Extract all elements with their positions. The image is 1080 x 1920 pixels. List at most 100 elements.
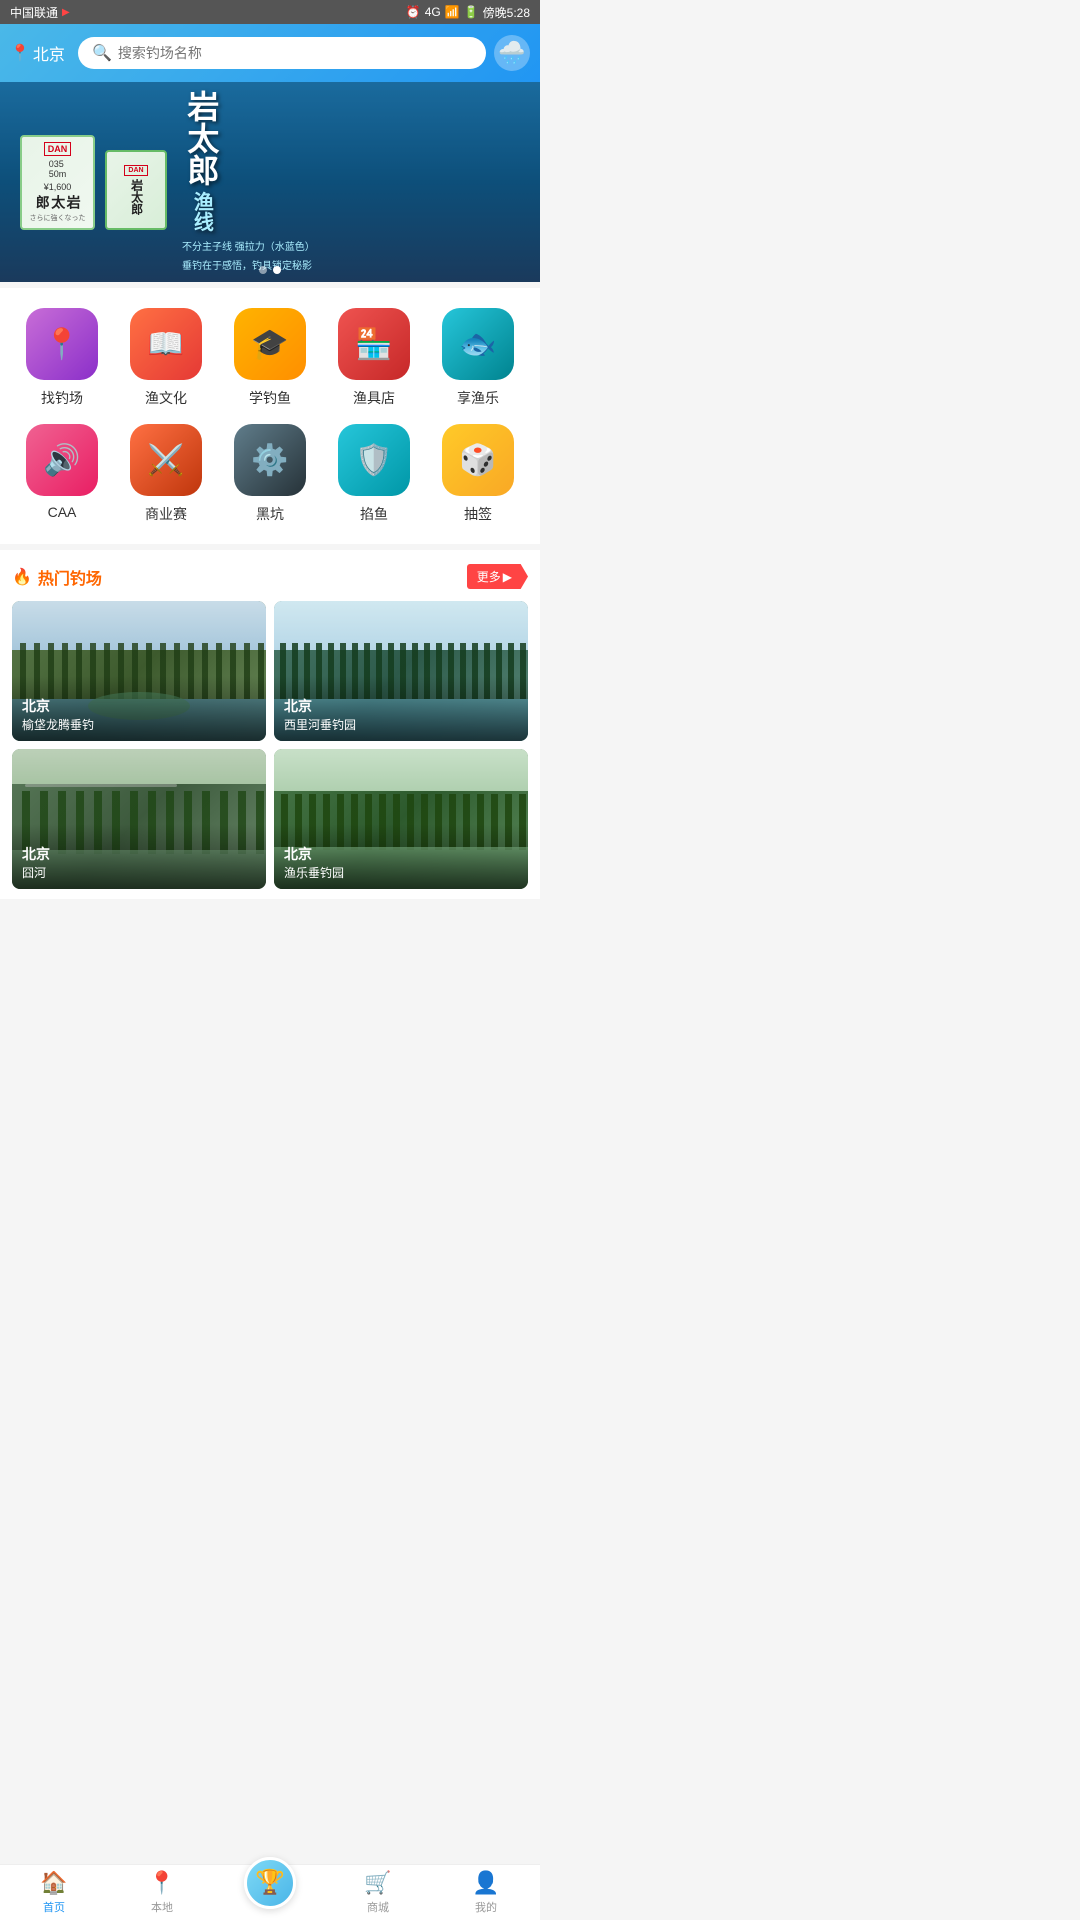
cloud-rain-icon: 🌧️ bbox=[498, 40, 525, 66]
dan-logo-small: DAN bbox=[124, 165, 147, 176]
cat-pinch-fish[interactable]: 🛡️ 掐鱼 bbox=[329, 424, 419, 524]
nav-trophy[interactable]: 🏆 bbox=[216, 1877, 324, 1909]
bottom-nav: 🏠 首页 📍 本地 🏆 🛒 商城 👤 我的 bbox=[0, 1864, 540, 1920]
pin-icon: 📍 bbox=[43, 327, 80, 362]
cat-find-venue[interactable]: 📍 找钓场 bbox=[17, 308, 107, 408]
cat-lottery[interactable]: 🎲 抽签 bbox=[433, 424, 523, 524]
product-box-small: DAN 岩太郎 bbox=[105, 150, 167, 230]
venue-city-2: 北京 bbox=[284, 696, 518, 716]
arrow-icon: ▶ bbox=[503, 570, 512, 584]
fire-icon: 🔥 bbox=[12, 567, 32, 587]
search-input[interactable] bbox=[118, 45, 472, 61]
battery-icon: 🔋 bbox=[464, 5, 479, 19]
cat-tackle-shop[interactable]: 🏪 渔具店 bbox=[329, 308, 419, 408]
categories-section: 📍 找钓场 📖 渔文化 🎓 学钓鱼 🏪 渔具店 bbox=[0, 288, 540, 544]
venue-sky-4 bbox=[274, 749, 528, 791]
nav-local-label: 本地 bbox=[151, 1899, 173, 1915]
weather-button[interactable]: 🌧️ bbox=[494, 35, 530, 71]
nav-home-label: 首页 bbox=[43, 1899, 65, 1915]
hot-title-text: 热门钓场 bbox=[38, 565, 102, 589]
fence-detail bbox=[25, 784, 177, 787]
swords-icon: ⚔️ bbox=[147, 443, 184, 478]
cat-label-lottery: 抽签 bbox=[464, 504, 492, 524]
cat-black-pit[interactable]: ⚙️ 黑坑 bbox=[225, 424, 315, 524]
dice-icon: 🎲 bbox=[459, 443, 496, 478]
venue-overlay-1: 北京 榆垡龙腾垂钓 bbox=[12, 676, 266, 741]
cat-fishing-culture[interactable]: 📖 渔文化 bbox=[121, 308, 211, 408]
shield-icon: 🛡️ bbox=[355, 443, 392, 478]
status-left: 中国联通 ▶ bbox=[10, 4, 70, 21]
product-jp-text-small: 岩太郎 bbox=[129, 179, 142, 215]
alarm-icon: ⏰ bbox=[406, 5, 421, 19]
cat-caa[interactable]: 🔊 CAA bbox=[17, 424, 107, 524]
network-text: 4G bbox=[425, 5, 441, 19]
cat-commercial-race[interactable]: ⚔️ 商业赛 bbox=[121, 424, 211, 524]
profile-icon: 👤 bbox=[472, 1870, 499, 1896]
more-label: 更多 bbox=[477, 568, 501, 585]
venue-card-4[interactable]: 北京 渔乐垂钓园 bbox=[274, 749, 528, 889]
cat-enjoy-fishing[interactable]: 🐟 享渔乐 bbox=[433, 308, 523, 408]
speaker-icon: 🔊 bbox=[43, 443, 80, 478]
dan-logo: DAN bbox=[44, 142, 72, 156]
cat-icon-find-venue: 📍 bbox=[26, 308, 98, 380]
status-right: ⏰ 4G 📶 🔋 傍晚5:28 bbox=[406, 4, 530, 21]
time-text: 傍晚5:28 bbox=[483, 4, 530, 21]
banner: DAN 03550m ¥1,600 岩太郎 さらに強くなった DAN 岩太郎 岩… bbox=[0, 82, 540, 282]
cat-label-fishing-culture: 渔文化 bbox=[145, 388, 187, 408]
venue-name-3: 囧河 bbox=[22, 864, 256, 881]
cat-icon-black-pit: ⚙️ bbox=[234, 424, 306, 496]
cat-label-find-venue: 找钓场 bbox=[41, 388, 83, 408]
more-button[interactable]: 更多 ▶ bbox=[467, 564, 528, 589]
shop-icon: 🛒 bbox=[364, 1870, 391, 1896]
product-jp-text: 岩太郎 bbox=[34, 195, 80, 209]
banner-text-area: 岩太郎 渔线 不分主子线 强拉力（水蓝色） 垂钓在于感悟，钓具锁定秘影 bbox=[167, 90, 520, 274]
cat-icon-lottery: 🎲 bbox=[442, 424, 514, 496]
cat-icon-learn-fishing: 🎓 bbox=[234, 308, 306, 380]
cat-icon-fishing-culture: 📖 bbox=[130, 308, 202, 380]
cat-icon-enjoy-fishing: 🐟 bbox=[442, 308, 514, 380]
banner-subtitle2: 垂钓在于感悟，钓具锁定秘影 bbox=[182, 259, 520, 274]
category-row-2: 🔊 CAA ⚔️ 商业赛 ⚙️ 黑坑 🛡️ 掐鱼 bbox=[10, 424, 530, 524]
status-bar: 中国联通 ▶ ⏰ 4G 📶 🔋 傍晚5:28 bbox=[0, 0, 540, 24]
dot-1[interactable] bbox=[259, 266, 267, 274]
venue-overlay-3: 北京 囧河 bbox=[12, 824, 266, 889]
dot-2[interactable] bbox=[273, 266, 281, 274]
venue-city-3: 北京 bbox=[22, 844, 256, 864]
venue-sky-3 bbox=[12, 749, 266, 784]
cat-label-pinch-fish: 掐鱼 bbox=[360, 504, 388, 524]
section-title: 🔥 热门钓场 bbox=[12, 565, 102, 589]
search-bar[interactable]: 🔍 bbox=[78, 37, 486, 69]
header: 📍 北京 🔍 🌧️ bbox=[0, 24, 540, 82]
cat-learn-fishing[interactable]: 🎓 学钓鱼 bbox=[225, 308, 315, 408]
banner-content: DAN 03550m ¥1,600 岩太郎 さらに強くなった DAN 岩太郎 岩… bbox=[0, 82, 540, 282]
hot-section: 🔥 热门钓场 更多 ▶ 北京 榆垡龙腾垂钓 bbox=[0, 550, 540, 899]
signal-icon: 📶 bbox=[445, 5, 460, 19]
cat-icon-commercial-race: ⚔️ bbox=[130, 424, 202, 496]
product-box-large: DAN 03550m ¥1,600 岩太郎 さらに強くなった bbox=[20, 135, 95, 230]
product-price-display: ¥1,600 bbox=[44, 182, 72, 192]
nav-profile[interactable]: 👤 我的 bbox=[432, 1870, 540, 1915]
carrier-text: 中国联通 bbox=[10, 4, 58, 21]
product-tagline: さらに強くなった bbox=[30, 213, 86, 223]
location-button[interactable]: 📍 北京 bbox=[10, 41, 70, 65]
cat-label-enjoy-fishing: 享渔乐 bbox=[457, 388, 499, 408]
nav-shop[interactable]: 🛒 商城 bbox=[324, 1870, 432, 1915]
venue-card-1[interactable]: 北京 榆垡龙腾垂钓 bbox=[12, 601, 266, 741]
nav-local[interactable]: 📍 本地 bbox=[108, 1870, 216, 1915]
venue-card-3[interactable]: 北京 囧河 bbox=[12, 749, 266, 889]
graduation-icon: 🎓 bbox=[251, 327, 288, 362]
product-size: 03550m bbox=[49, 159, 67, 179]
nav-shop-label: 商城 bbox=[367, 1899, 389, 1915]
location-pin-icon: 📍 bbox=[10, 43, 30, 63]
cat-label-caa: CAA bbox=[48, 504, 77, 520]
venue-name-2: 西里河垂钓园 bbox=[284, 716, 518, 733]
cat-label-commercial-race: 商业赛 bbox=[145, 504, 187, 524]
venue-grid: 北京 榆垡龙腾垂钓 北京 西里河垂钓园 bbox=[12, 601, 528, 889]
location-text: 北京 bbox=[33, 41, 65, 65]
nav-profile-label: 我的 bbox=[475, 1899, 497, 1915]
banner-title: 岩太郎 渔线 bbox=[182, 90, 220, 232]
fish-icon: 🐟 bbox=[459, 327, 496, 362]
nav-home[interactable]: 🏠 首页 bbox=[0, 1870, 108, 1915]
cat-label-black-pit: 黑坑 bbox=[256, 504, 284, 524]
venue-card-2[interactable]: 北京 西里河垂钓园 bbox=[274, 601, 528, 741]
